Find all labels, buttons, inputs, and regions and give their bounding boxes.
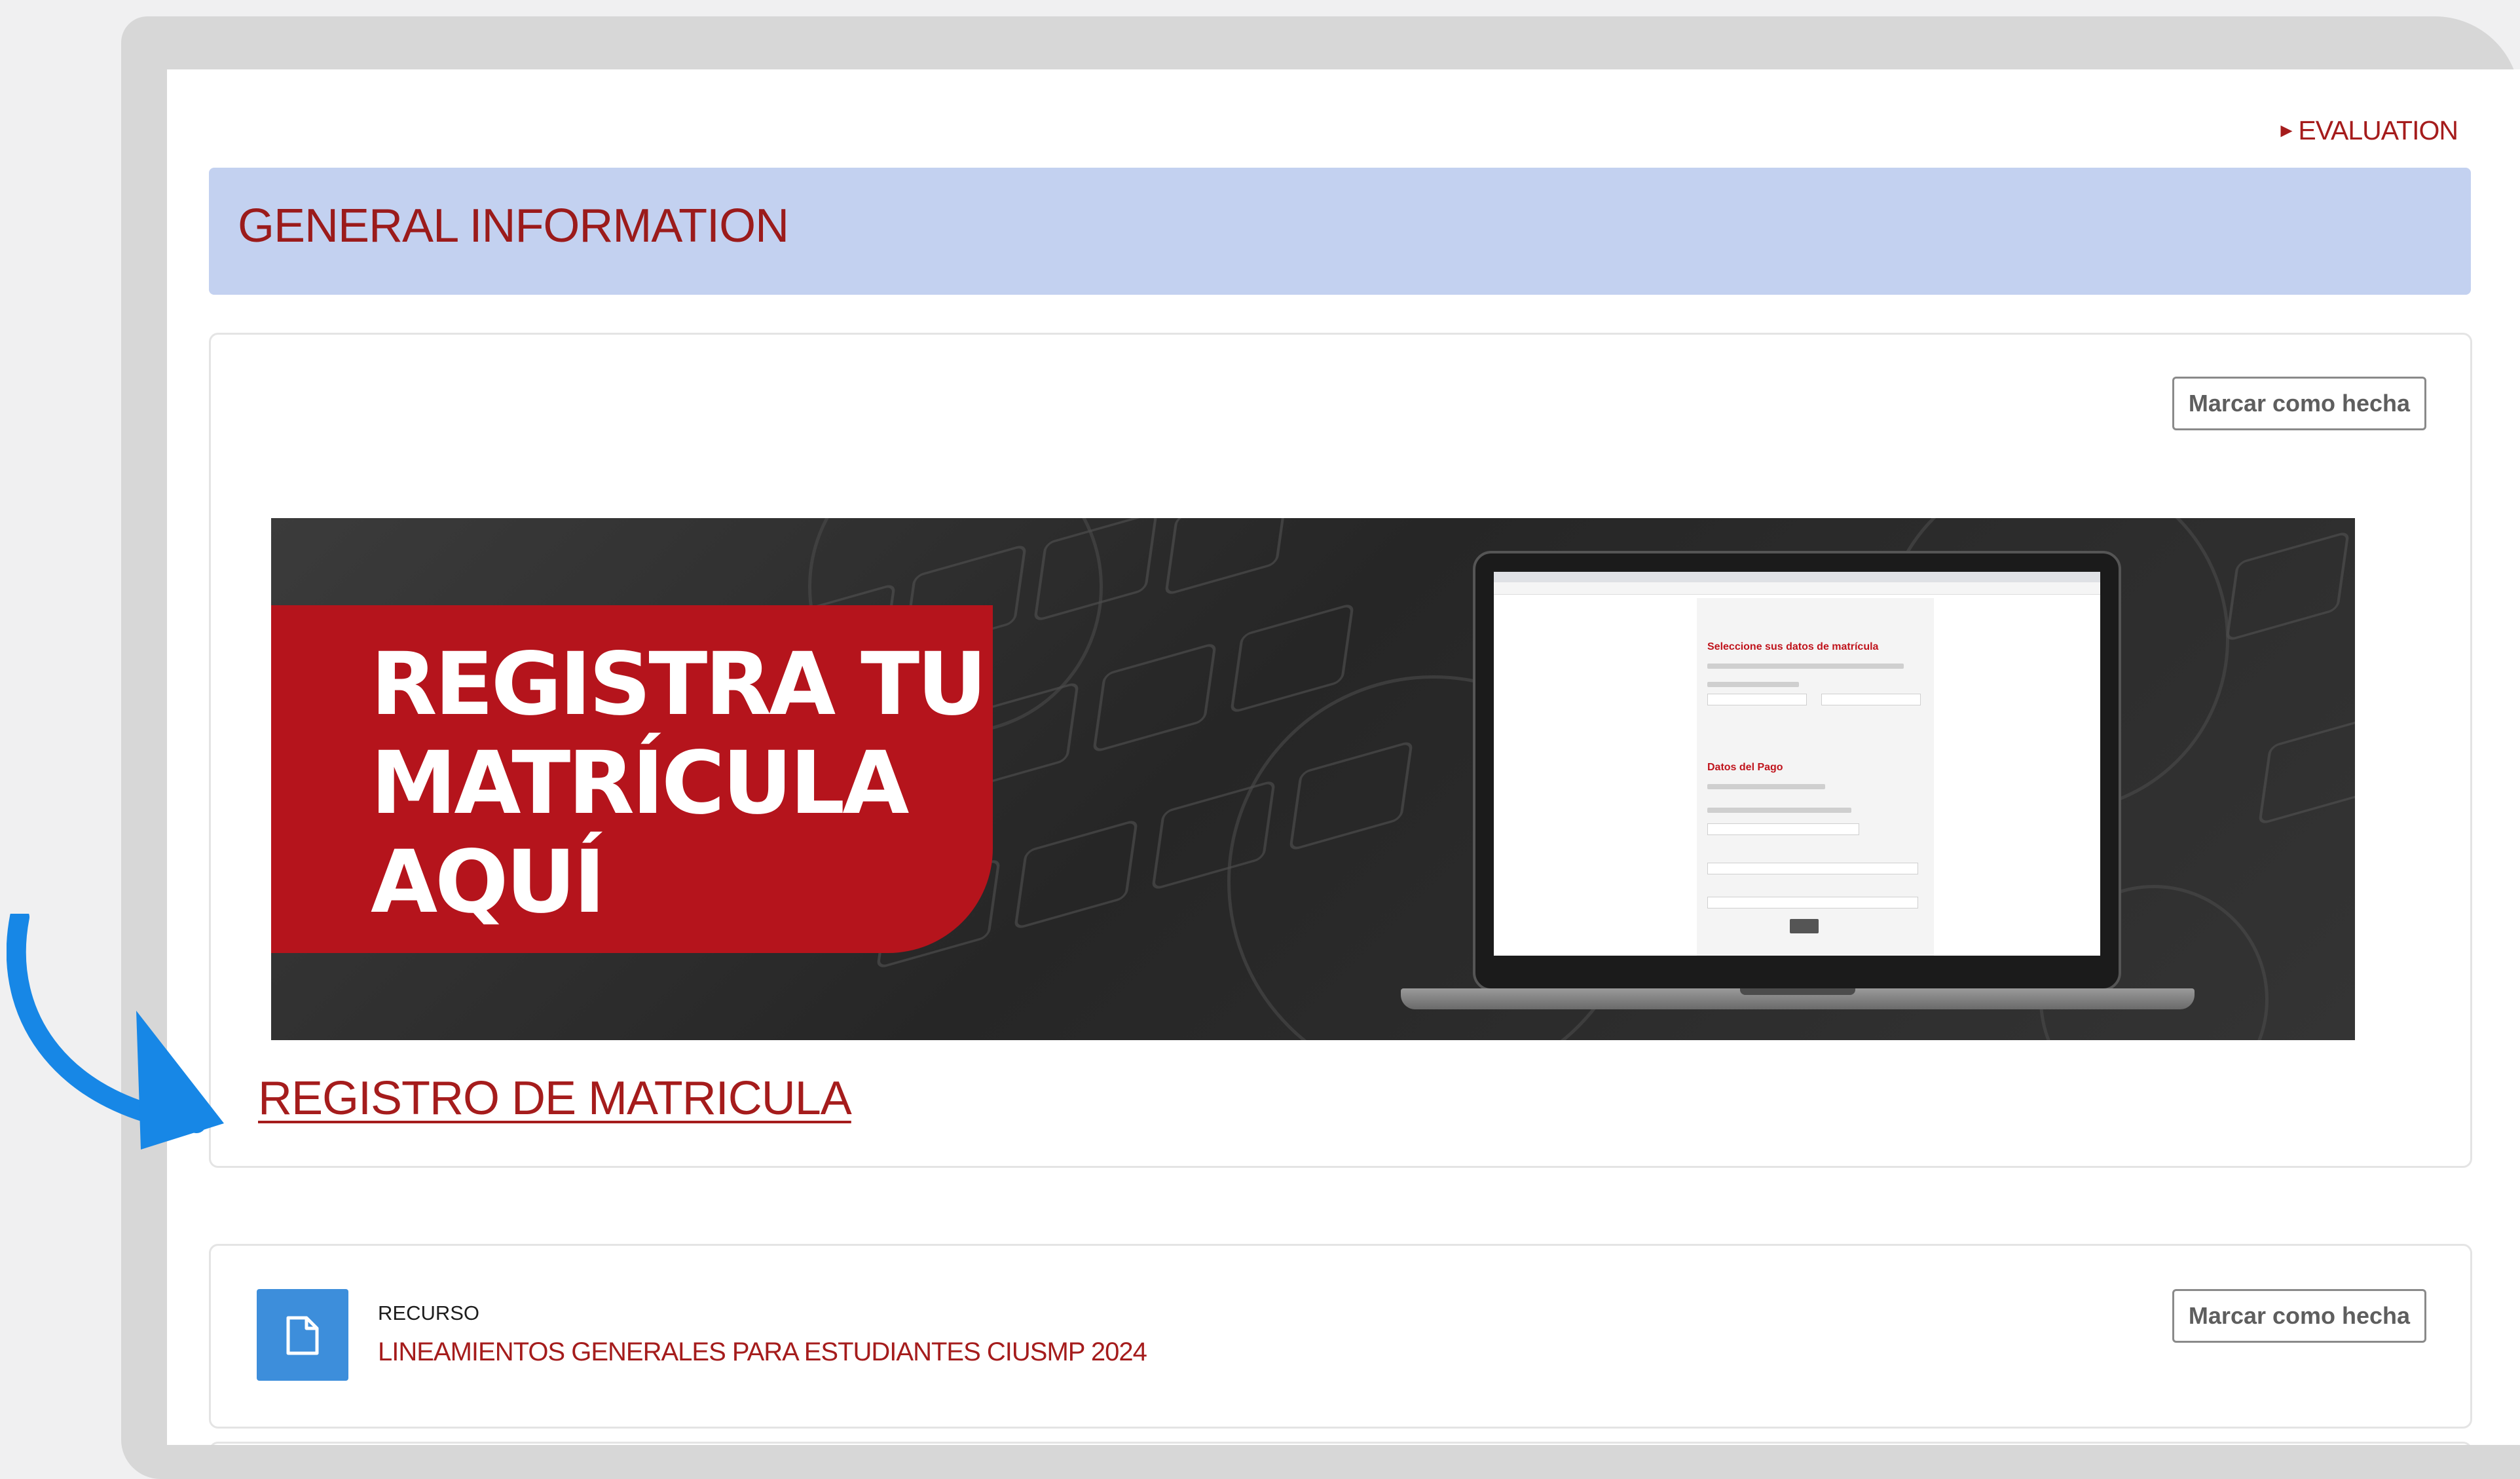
browser-tab-bar [1494, 572, 2100, 582]
registration-banner-image[interactable]: REGISTRA TU MATRÍCULA AQUÍ Seleccione su… [271, 518, 2355, 1040]
keyboard-key-decor [1013, 818, 1139, 931]
text-line-decor [1707, 664, 1904, 669]
laptop-screen: Seleccione sus datos de matrícula Datos … [1473, 551, 2121, 991]
mark-done-button[interactable]: Marcar como hecha [2172, 1289, 2426, 1343]
keyboard-key-decor [2257, 713, 2355, 826]
laptop-form-mockup: Seleccione sus datos de matrícula Datos … [1697, 598, 1934, 956]
submit-button-decor [1790, 919, 1819, 933]
input-box-decor [1707, 897, 1918, 908]
pointer-arrow-icon [7, 914, 224, 1150]
banner-headline-line: MATRÍCULA [371, 733, 909, 834]
nav-arrow-icon: ► [2276, 120, 2297, 141]
input-box-decor [1707, 823, 1859, 835]
file-icon-glyph [286, 1316, 319, 1355]
section-header: GENERAL INFORMATION [209, 168, 2471, 295]
laptop-form-title: Seleccione sus datos de matrícula [1707, 641, 1879, 652]
mark-done-button[interactable]: Marcar como hecha [2172, 377, 2426, 430]
select-box-decor [1707, 694, 1807, 705]
keyboard-key-decor [1092, 641, 1217, 754]
evaluation-link-label: EVALUATION [2298, 115, 2458, 145]
keyboard-key-decor [2225, 530, 2350, 643]
text-line-decor [1707, 808, 1851, 813]
headline-panel: REGISTRA TU MATRÍCULA AQUÍ [271, 605, 993, 953]
laptop-notch [1740, 988, 1855, 995]
next-activity-card [209, 1442, 2472, 1445]
resource-card: RECURSO LINEAMIENTOS GENERALES PARA ESTU… [209, 1244, 2472, 1429]
keyboard-key-decor [1164, 518, 1289, 597]
activity-card-banner: Marcar como hecha REGISTRA TU MATRÍCULA … [209, 333, 2472, 1168]
resource-type-label: RECURSO [378, 1301, 480, 1324]
select-box-decor [1707, 863, 1918, 874]
text-line-decor [1707, 784, 1825, 789]
resource-title-link[interactable]: LINEAMIENTOS GENERALES PARA ESTUDIANTES … [378, 1338, 1147, 1367]
section-title: GENERAL INFORMATION [238, 200, 789, 252]
course-page: ►EVALUATION GENERAL INFORMATION Marcar c… [167, 69, 2520, 1445]
select-box-decor [1821, 694, 1921, 705]
laptop-display: Seleccione sus datos de matrícula Datos … [1494, 572, 2100, 956]
keyboard-key-decor [1229, 602, 1355, 715]
banner-headline-line: AQUÍ [371, 832, 606, 933]
registration-link[interactable]: REGISTRO DE MATRICULA [258, 1072, 852, 1125]
banner-headline: REGISTRA TU MATRÍCULA AQUÍ [371, 634, 987, 933]
banner-headline-line: REGISTRA TU [371, 634, 987, 735]
browser-url-bar [1494, 582, 2100, 595]
file-icon[interactable] [257, 1289, 348, 1381]
laptop-payment-title: Datos del Pago [1707, 762, 1783, 773]
text-line-decor [1707, 682, 1799, 687]
evaluation-link[interactable]: ►EVALUATION [2277, 115, 2458, 146]
